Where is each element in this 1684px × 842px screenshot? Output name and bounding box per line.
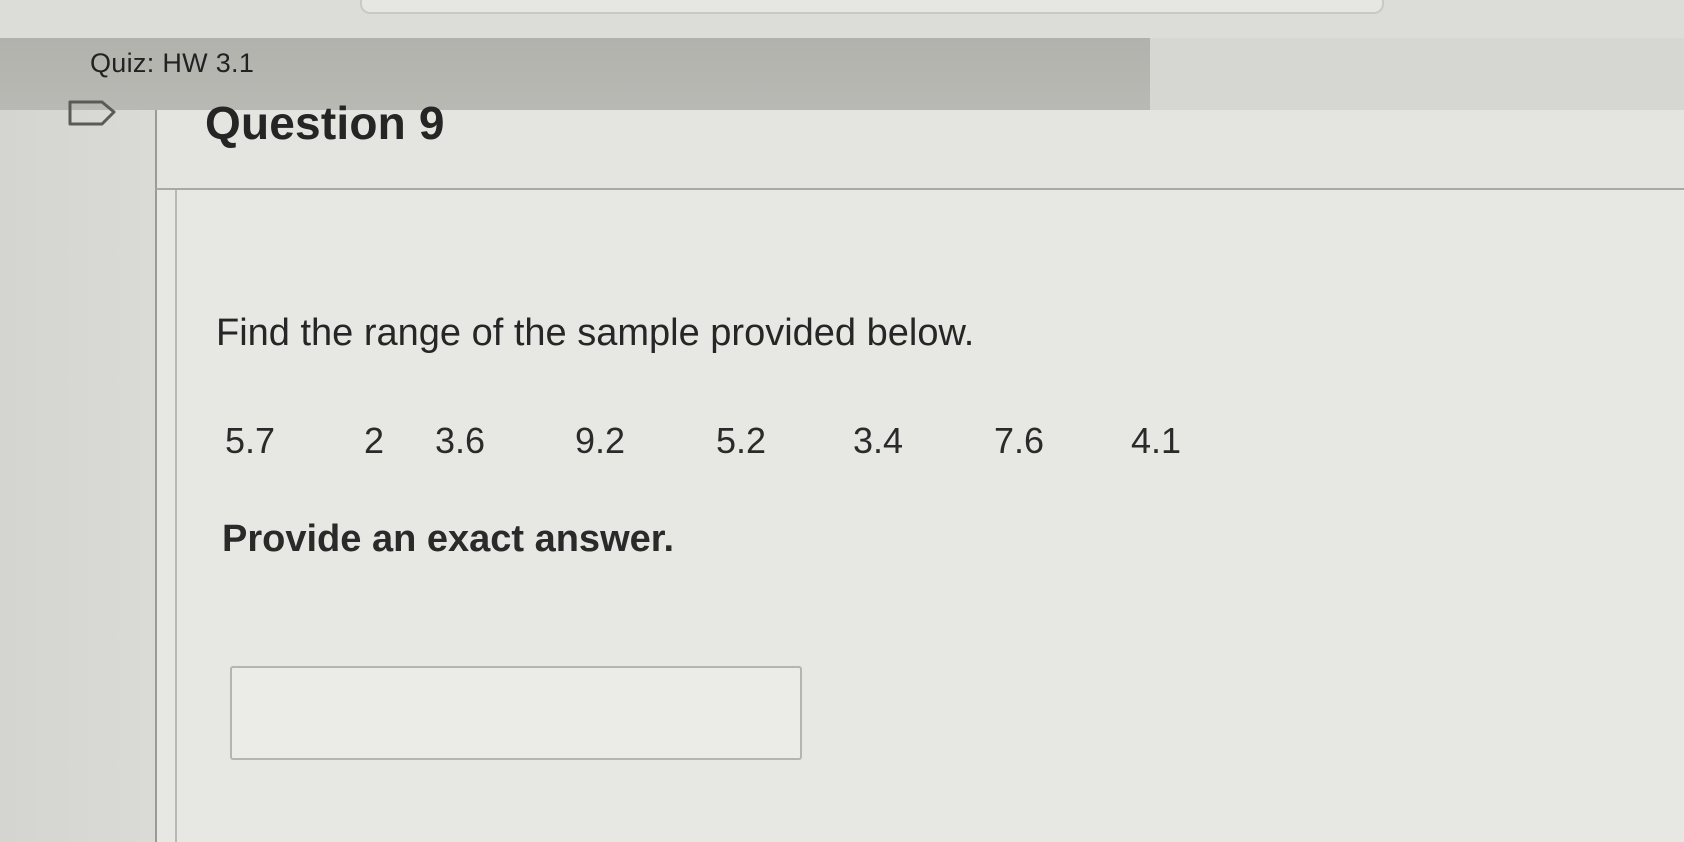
left-gutter	[0, 110, 155, 842]
quiz-title: Quiz: HW 3.1	[90, 48, 255, 78]
sample-values-row: 5.7 2 3.6 9.2 5.2 3.4 7.6 4.1	[0, 420, 1684, 470]
sample-value: 3.6	[435, 420, 486, 461]
top-tab-edge	[360, 0, 1384, 14]
answer-input[interactable]	[230, 666, 802, 760]
sample-value: 5.7	[225, 420, 276, 461]
sample-value: 7.6	[994, 420, 1045, 461]
answer-instruction: Provide an exact answer.	[222, 518, 675, 560]
sample-value: 2	[364, 420, 385, 461]
question-prompt: Find the range of the sample provided be…	[216, 312, 975, 354]
quiz-header-bar-right	[1150, 38, 1684, 112]
sample-value: 4.1	[1131, 420, 1182, 461]
sample-value: 5.2	[716, 420, 767, 461]
bookmark-icon[interactable]	[68, 98, 116, 132]
sample-value: 3.4	[853, 420, 904, 461]
question-title: Question 9	[205, 97, 445, 149]
browser-top-strip	[0, 0, 1684, 38]
sample-value: 9.2	[575, 420, 626, 461]
